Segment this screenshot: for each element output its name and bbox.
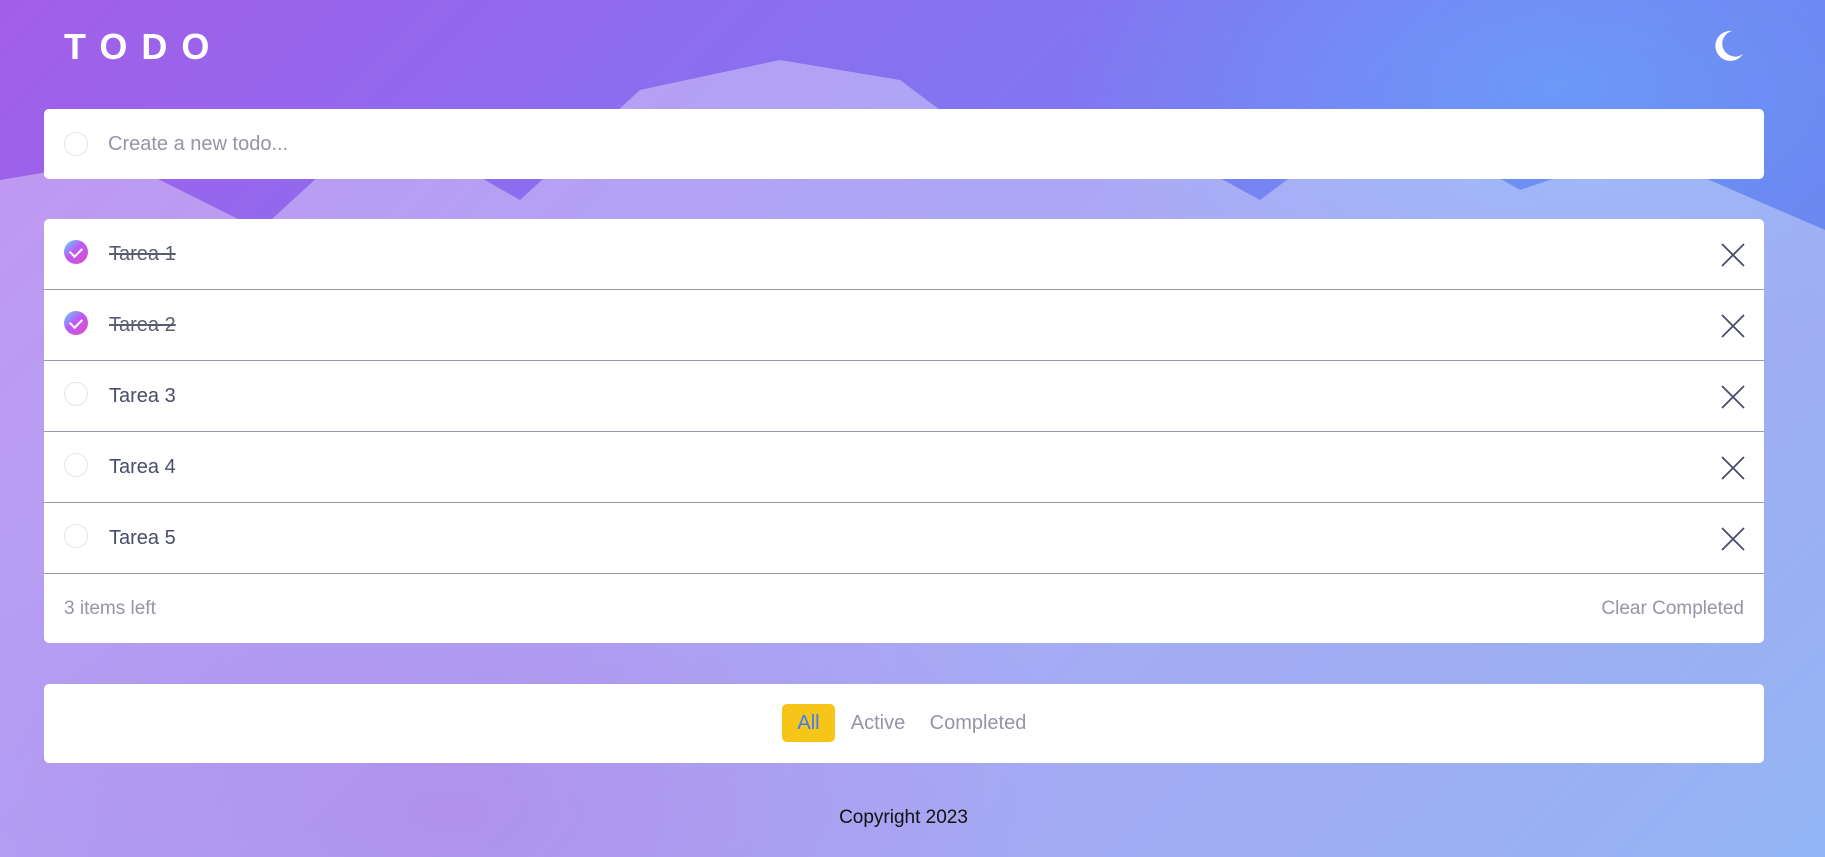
close-icon[interactable] <box>1720 242 1746 268</box>
unchecked-checkbox-icon[interactable] <box>64 453 88 477</box>
checked-checkbox-icon[interactable] <box>64 240 88 264</box>
unchecked-checkbox-icon[interactable] <box>64 382 88 406</box>
new-todo-input[interactable] <box>108 127 1708 161</box>
todo-item: Tarea 3 <box>44 361 1764 432</box>
items-left-count: 3 items left <box>64 598 156 619</box>
list-footer: 3 items left Clear Completed <box>44 574 1764 643</box>
todo-text[interactable]: Tarea 5 <box>109 527 176 550</box>
moon-icon[interactable] <box>1710 28 1746 64</box>
todo-text[interactable]: Tarea 2 <box>109 314 176 337</box>
unchecked-checkbox-icon[interactable] <box>64 524 88 548</box>
todo-text[interactable]: Tarea 1 <box>109 243 176 266</box>
filter-bar: All Active Completed <box>44 684 1764 763</box>
checked-checkbox-icon[interactable] <box>64 311 88 335</box>
close-icon[interactable] <box>1720 384 1746 410</box>
close-icon[interactable] <box>1720 455 1746 481</box>
app-title: TODO <box>64 26 224 67</box>
todo-item: Tarea 4 <box>44 432 1764 503</box>
todo-text[interactable]: Tarea 3 <box>109 385 176 408</box>
filter-active-button[interactable]: Active <box>850 704 906 742</box>
todo-list: Tarea 1 Tarea 2 Tarea 3 Tarea 4 Tarea 5 … <box>44 219 1764 643</box>
new-todo-card <box>44 109 1764 179</box>
todo-item: Tarea 1 <box>44 219 1764 290</box>
clear-completed-button[interactable]: Clear Completed <box>1601 598 1744 620</box>
filter-all-button[interactable]: All <box>782 704 835 742</box>
todo-item: Tarea 5 <box>44 503 1764 574</box>
close-icon[interactable] <box>1720 313 1746 339</box>
todo-item: Tarea 2 <box>44 290 1764 361</box>
copyright-text: Copyright 2023 <box>839 807 968 828</box>
new-todo-circle-icon <box>64 132 88 156</box>
filter-completed-button[interactable]: Completed <box>926 704 1030 742</box>
todo-text[interactable]: Tarea 4 <box>109 456 176 479</box>
close-icon[interactable] <box>1720 526 1746 552</box>
